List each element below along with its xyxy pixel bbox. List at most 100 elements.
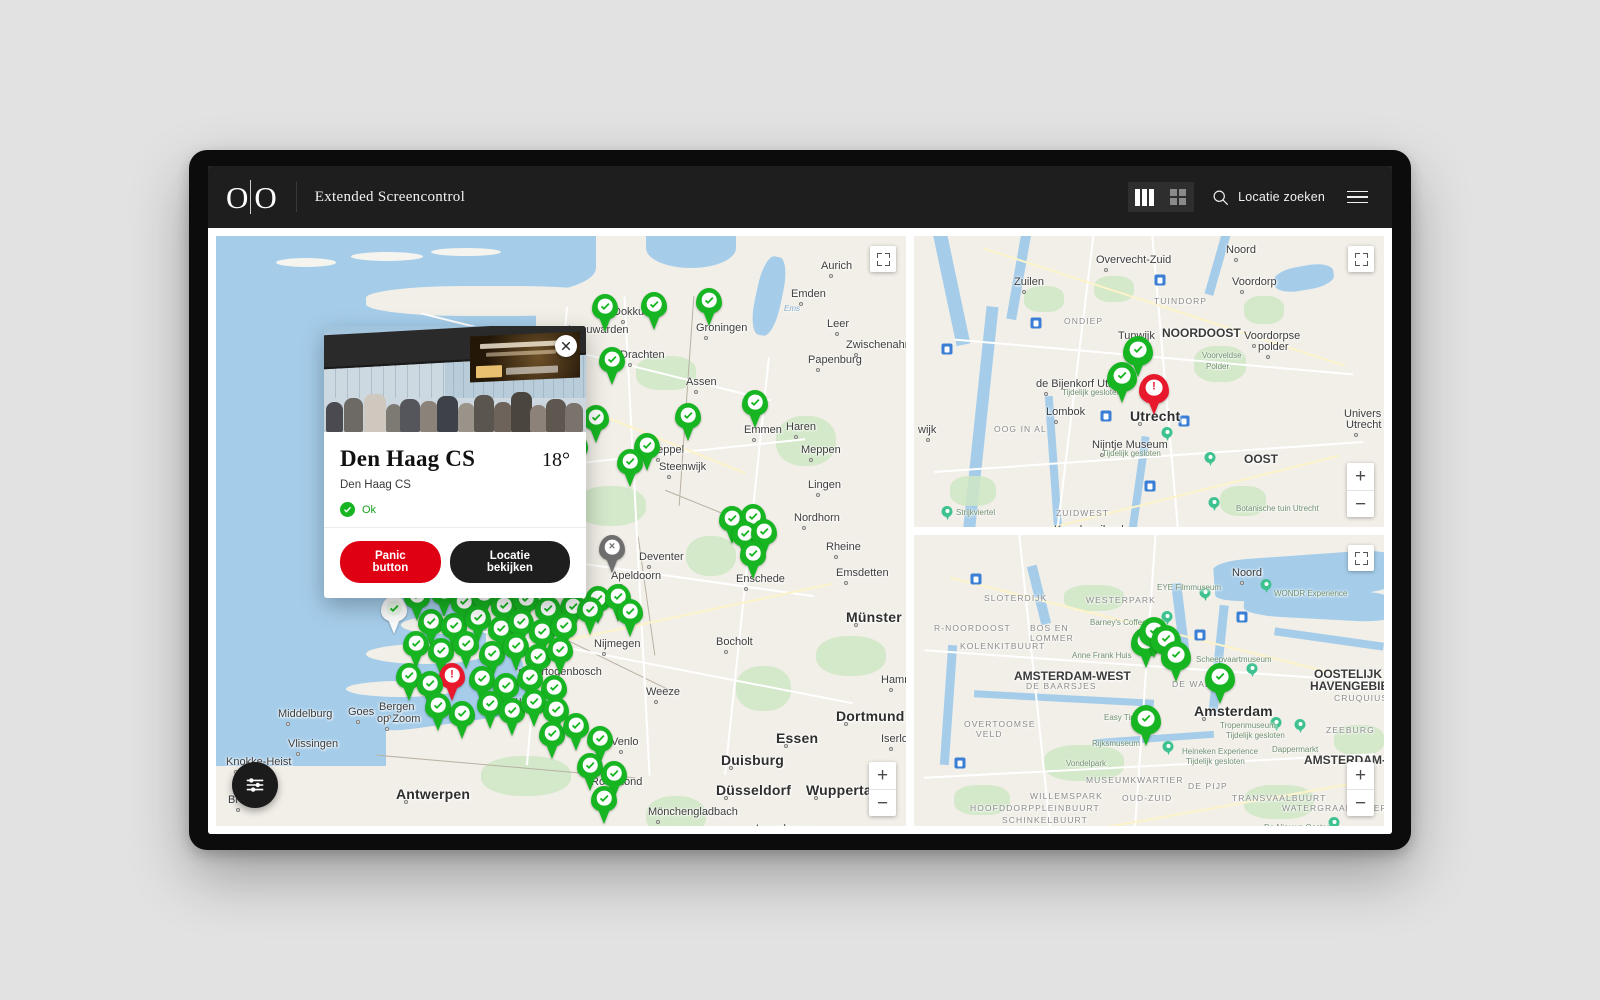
search-label: Locatie zoeken — [1238, 190, 1325, 204]
maps-container: Dokkum Leeuwarden Drachten Groningen Assen Me… — [208, 228, 1392, 834]
amsterdam-map-zoom-in-button[interactable]: + — [1347, 762, 1374, 789]
utrecht-map-canvas[interactable]: Overvecht-Zuid Zuilen Voordorp TUINDORP ONDI… — [914, 236, 1384, 527]
map-pin-glyph — [552, 641, 568, 657]
map-pin-ok[interactable] — [577, 753, 603, 792]
map-city-dot — [794, 435, 798, 439]
map-city-dot — [784, 744, 788, 748]
amsterdam-map-expand-button[interactable] — [1348, 545, 1374, 571]
map-city-dot — [1352, 422, 1356, 426]
info-card-title-row: Den Haag CS 18° — [340, 446, 570, 472]
map-pin-glyph — [556, 617, 572, 633]
page-title: Extended Screencontrol — [295, 182, 465, 212]
map-city-dot — [854, 353, 858, 357]
map-pin-ok[interactable] — [539, 721, 565, 760]
main-map-zoom-in-button[interactable]: + — [869, 762, 896, 789]
location-info-card[interactable]: Den Haag CS 18° Den Haag CS Ok Panic but — [324, 326, 586, 598]
app-logo-icon[interactable]: OO — [226, 180, 278, 214]
map-pin-ok[interactable] — [1161, 641, 1191, 682]
map-pin-glyph — [454, 705, 470, 721]
location-name: Den Haag CS — [340, 446, 476, 471]
map-pin-glyph — [484, 645, 500, 661]
map-city-dot — [404, 800, 408, 804]
amsterdam-map-zoom-out-button[interactable]: − — [1347, 789, 1374, 816]
map-pin-glyph — [646, 296, 662, 312]
map-pin-ok[interactable] — [617, 599, 643, 638]
header-actions: Locatie zoeken — [1128, 182, 1370, 212]
map-pin-glyph — [747, 394, 763, 410]
map-city-dot — [724, 650, 728, 654]
map-pin-ok[interactable] — [1131, 705, 1161, 746]
map-pin-glyph: × — [604, 539, 620, 555]
map-pin-glyph — [548, 701, 564, 717]
map-pin-glyph — [588, 409, 604, 425]
columns-view-button[interactable] — [1128, 182, 1162, 212]
map-pin-ok[interactable] — [1205, 663, 1235, 704]
amsterdam-map-canvas[interactable]: Noord SLOTERDIJK WESTERPARK EYE Filmmuseum W… — [914, 535, 1384, 826]
location-photo — [324, 326, 586, 432]
map-pin-alert[interactable]: ! — [1139, 374, 1169, 415]
map-pin-glyph — [1137, 710, 1155, 727]
map-pin-ok[interactable] — [563, 713, 589, 752]
map-pin-glyph — [422, 675, 438, 691]
map-pin-ok[interactable] — [641, 292, 667, 331]
utrecht-map-expand-button[interactable] — [1348, 246, 1374, 272]
map-pin-glyph — [508, 637, 524, 653]
app-header: OO Extended Screencontrol Locatie zoeken — [208, 166, 1392, 228]
location-status: Ok — [340, 502, 570, 517]
map-pin-glyph — [470, 609, 486, 625]
map-pin-glyph — [544, 725, 560, 741]
grid-view-button[interactable] — [1161, 182, 1195, 212]
utrecht-map-zoom-out-button[interactable]: − — [1347, 490, 1374, 517]
map-pin-glyph — [1129, 341, 1147, 358]
map-pin-ok[interactable] — [547, 637, 573, 676]
map-pin-glyph — [582, 601, 598, 617]
map-pin-glyph — [622, 603, 638, 619]
map-pin-ok[interactable] — [740, 541, 766, 580]
amsterdam-map-panel[interactable]: Noord SLOTERDIJK WESTERPARK EYE Filmmuseum W… — [914, 535, 1384, 826]
map-filter-button[interactable] — [232, 762, 278, 808]
map-pin-glyph — [430, 697, 446, 713]
map-pin-ok[interactable] — [675, 403, 701, 442]
map-city-dot — [1252, 344, 1256, 348]
close-info-card-button[interactable] — [555, 335, 577, 357]
map-city-dot — [1234, 258, 1238, 262]
map-city-dot — [286, 722, 290, 726]
main-map-expand-button[interactable] — [870, 246, 896, 272]
map-city-dot — [1044, 392, 1048, 396]
map-city-dot — [654, 700, 658, 704]
map-pin-ok[interactable] — [696, 288, 722, 327]
map-pin-ok[interactable] — [742, 390, 768, 429]
map-city-dot — [889, 747, 893, 751]
map-pin-ok[interactable] — [591, 786, 617, 825]
screenshot-stage: OO Extended Screencontrol Locatie zoeken… — [0, 0, 1600, 1000]
map-city-dot — [889, 688, 893, 692]
view-location-button[interactable]: Locatie bekijken — [449, 541, 570, 583]
map-pin-ok[interactable] — [599, 347, 625, 386]
crowd-silhouettes — [324, 388, 586, 432]
map-pin-ok[interactable] — [617, 449, 643, 488]
search-location-button[interactable]: Locatie zoeken — [1208, 189, 1325, 206]
map-pin-glyph — [1211, 668, 1229, 685]
hamburger-menu-icon[interactable] — [1345, 187, 1370, 208]
main-map-zoom-out-button[interactable]: − — [869, 789, 896, 816]
main-map-panel[interactable]: Dokkum Leeuwarden Drachten Groningen Assen Me… — [216, 236, 906, 826]
panic-button[interactable]: Panic button — [340, 541, 441, 583]
map-pin-ok[interactable] — [403, 631, 429, 670]
utrecht-map-zoom-in-button[interactable]: + — [1347, 463, 1374, 490]
map-pin-ok[interactable] — [449, 701, 475, 740]
map-pin-ok[interactable] — [577, 597, 603, 636]
search-icon — [1213, 190, 1229, 205]
map-city-dot — [1240, 290, 1244, 294]
map-pin-ok[interactable] — [425, 693, 451, 732]
map-pin-offline[interactable]: × — [599, 535, 625, 574]
map-city-dot — [628, 363, 632, 367]
map-pin-ok[interactable] — [592, 294, 618, 333]
utrecht-map-panel[interactable]: Overvecht-Zuid Zuilen Voordorp TUINDORP ONDI… — [914, 236, 1384, 527]
map-city-dot — [816, 493, 820, 497]
fullscreen-expand-icon — [1354, 551, 1368, 565]
map-pin-glyph — [408, 635, 424, 651]
map-pin-ok[interactable] — [453, 631, 479, 670]
map-city-dot — [356, 720, 360, 724]
map-pin-ok[interactable] — [1107, 362, 1137, 403]
columns-view-icon — [1135, 188, 1155, 206]
